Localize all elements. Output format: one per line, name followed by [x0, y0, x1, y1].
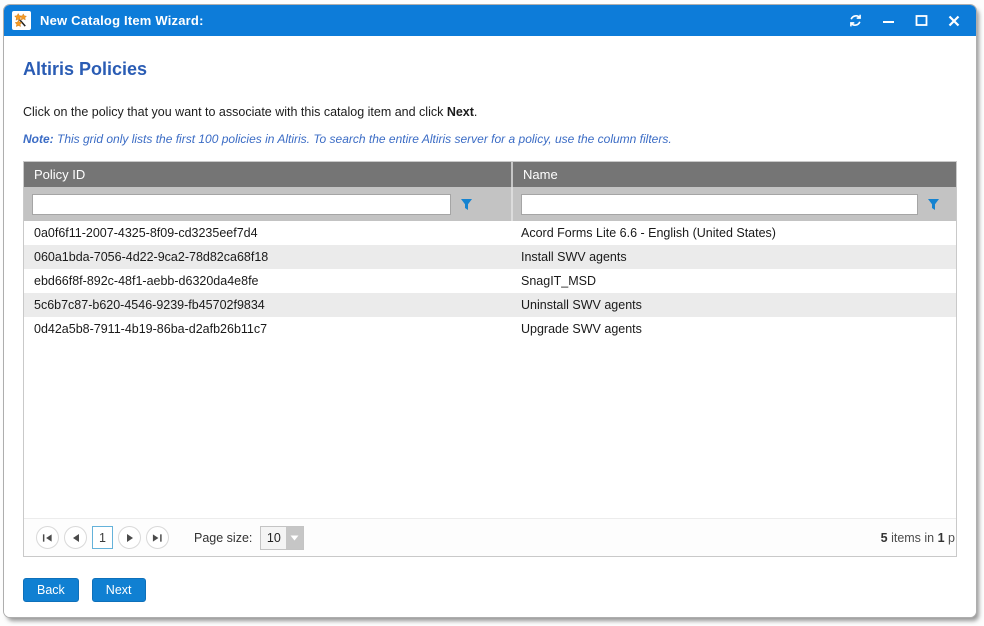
page-size-value: 10 — [261, 527, 286, 549]
maximize-icon — [915, 14, 928, 27]
column-header-name[interactable]: Name — [511, 162, 956, 187]
name-filter-input[interactable] — [521, 194, 918, 215]
cell-name: Acord Forms Lite 6.6 - English (United S… — [511, 221, 956, 245]
minimize-icon — [882, 14, 895, 27]
wizard-app-icon — [12, 11, 31, 30]
policies-grid: Policy ID Name — [23, 161, 957, 557]
cell-name: Uninstall SWV agents — [511, 293, 956, 317]
page-size-label: Page size: — [194, 531, 252, 545]
current-page-indicator[interactable]: 1 — [92, 526, 113, 549]
cell-policy-id: 0a0f6f11-2007-4325-8f09-cd3235eef7d4 — [24, 221, 511, 245]
cell-policy-id: 5c6b7c87-b620-4546-9239-fb45702f9834 — [24, 293, 511, 317]
table-row[interactable]: 060a1bda-7056-4d22-9ca2-78d82ca68f18 Ins… — [24, 245, 956, 269]
filter-funnel-icon — [460, 198, 473, 211]
refresh-icon — [848, 13, 863, 28]
minimize-button[interactable] — [878, 11, 898, 31]
column-header-policy-id[interactable]: Policy ID — [24, 162, 511, 187]
instruction-text: Click on the policy that you want to ass… — [23, 105, 957, 119]
next-button[interactable]: Next — [92, 578, 146, 602]
prev-page-button[interactable] — [64, 526, 87, 549]
cell-name: Upgrade SWV agents — [511, 317, 956, 341]
table-row[interactable]: 0a0f6f11-2007-4325-8f09-cd3235eef7d4 Aco… — [24, 221, 956, 245]
cell-name: Install SWV agents — [511, 245, 956, 269]
page-size-select[interactable]: 10 — [260, 526, 304, 550]
prev-page-icon — [72, 533, 80, 543]
table-row[interactable]: ebd66f8f-892c-48f1-aebb-d6320da4e8fe Sna… — [24, 269, 956, 293]
next-page-icon — [126, 533, 134, 543]
grid-header-row: Policy ID Name — [24, 162, 956, 187]
page-title: Altiris Policies — [23, 59, 957, 80]
last-page-icon — [152, 533, 163, 543]
policy-id-filter-input[interactable] — [32, 194, 451, 215]
window-title: New Catalog Item Wizard: — [40, 13, 204, 28]
maximize-button[interactable] — [911, 11, 931, 31]
next-page-button[interactable] — [118, 526, 141, 549]
close-button[interactable] — [944, 11, 964, 31]
close-icon — [948, 15, 960, 27]
cell-policy-id: ebd66f8f-892c-48f1-aebb-d6320da4e8fe — [24, 269, 511, 293]
back-button[interactable]: Back — [23, 578, 79, 602]
items-status: 5 items in 1 p — [881, 531, 956, 545]
policy-id-filter-button[interactable] — [451, 192, 481, 216]
note-text: Note: This grid only lists the first 100… — [23, 132, 957, 146]
dropdown-arrow-icon — [286, 527, 303, 549]
cell-name: SnagIT_MSD — [511, 269, 956, 293]
cell-policy-id: 060a1bda-7056-4d22-9ca2-78d82ca68f18 — [24, 245, 511, 269]
refresh-button[interactable] — [845, 11, 865, 31]
grid-empty-space — [24, 341, 956, 518]
wizard-window: New Catalog Item Wizard: Altiri — [4, 5, 976, 617]
policy-id-filter-cell — [24, 187, 511, 221]
filter-funnel-icon — [927, 198, 940, 211]
cell-policy-id: 0d42a5b8-7911-4b19-86ba-d2afb26b11c7 — [24, 317, 511, 341]
name-filter-button[interactable] — [918, 192, 948, 216]
titlebar[interactable]: New Catalog Item Wizard: — [4, 5, 976, 36]
table-row[interactable]: 5c6b7c87-b620-4546-9239-fb45702f9834 Uni… — [24, 293, 956, 317]
first-page-icon — [42, 533, 53, 543]
grid-filter-row — [24, 187, 956, 221]
last-page-button[interactable] — [146, 526, 169, 549]
wizard-content: Altiris Policies Click on the policy tha… — [4, 36, 976, 617]
table-row[interactable]: 0d42a5b8-7911-4b19-86ba-d2afb26b11c7 Upg… — [24, 317, 956, 341]
name-filter-cell — [511, 187, 956, 221]
grid-body: 0a0f6f11-2007-4325-8f09-cd3235eef7d4 Aco… — [24, 221, 956, 518]
footer-buttons: Back Next — [23, 578, 957, 602]
first-page-button[interactable] — [36, 526, 59, 549]
pager: 1 Page size: 10 5 items in 1 p — [24, 518, 956, 556]
